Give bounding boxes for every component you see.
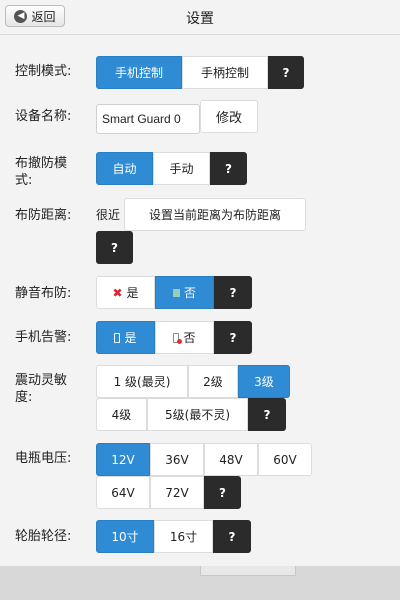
silent-arm-yes-label: 是 (126, 286, 139, 300)
arm-distance-help-button[interactable]: ? (96, 231, 133, 264)
silent-arm-no-button[interactable]: 否 (155, 276, 214, 309)
phone-alert-yes-button[interactable]: 是 (96, 321, 155, 354)
vibration-help-button[interactable]: ? (248, 398, 286, 431)
arm-mode-auto-button[interactable]: 自动 (96, 152, 153, 185)
phone-alert-no-button[interactable]: 否 (155, 321, 214, 354)
silent-arm-no-label: 否 (183, 286, 196, 300)
tire-10-inch-button[interactable]: 10寸 (96, 520, 154, 553)
vibration-level-5-button[interactable]: 5级(最不灵) (147, 398, 248, 431)
modify-name-button[interactable]: 修改 (200, 100, 258, 133)
phone-off-icon (173, 332, 183, 344)
phone-alert-yes-label: 是 (124, 331, 137, 345)
phone-alert-no-label: 否 (183, 331, 196, 345)
control-mode-help-button[interactable]: ? (268, 56, 304, 89)
silent-arm-yes-button[interactable]: ✖ 是 (96, 276, 155, 309)
control-mode-phone-button[interactable]: 手机控制 (96, 56, 182, 89)
x-icon: ✖ (112, 285, 123, 300)
control-mode-handle-button[interactable]: 手柄控制 (182, 56, 268, 89)
vibration-level-3-button[interactable]: 3级 (238, 365, 290, 398)
set-arm-distance-button[interactable]: 设置当前距离为布防距离 (124, 198, 306, 231)
vibration-label: 震动灵敏度: (15, 373, 68, 405)
voltage-12v-button[interactable]: 12V (96, 443, 150, 476)
arm-distance-label: 布防距离: (15, 208, 72, 223)
voltage-60v-button[interactable]: 60V (258, 443, 312, 476)
arm-mode-label: 布撤防模式: (15, 156, 68, 188)
vibration-level-2-button[interactable]: 2级 (188, 365, 238, 398)
voltage-72v-button[interactable]: 72V (150, 476, 204, 509)
page-title: 设置 (186, 11, 214, 27)
phone-alert-help-button[interactable]: ? (214, 321, 252, 354)
voltage-36v-button[interactable]: 36V (150, 443, 204, 476)
arm-distance-value: 很近 (96, 208, 121, 222)
battery-voltage-help-button[interactable]: ? (204, 476, 241, 509)
tire-16-inch-button[interactable]: 16寸 (154, 520, 213, 553)
voltage-48v-button[interactable]: 48V (204, 443, 258, 476)
phone-icon (114, 332, 121, 343)
mute-icon (172, 288, 180, 297)
arm-mode-manual-button[interactable]: 手动 (153, 152, 210, 185)
vibration-level-1-button[interactable]: 1 级(最灵) (96, 365, 188, 398)
vibration-level-4-button[interactable]: 4级 (96, 398, 147, 431)
tire-size-help-button[interactable]: ? (213, 520, 251, 553)
bottom-bar (0, 566, 400, 600)
device-name-input[interactable]: Smart Guard 0 (96, 104, 200, 134)
voltage-64v-button[interactable]: 64V (96, 476, 150, 509)
silent-arm-label: 静音布防: (15, 286, 72, 301)
tire-size-label: 轮胎轮径: (15, 529, 72, 544)
silent-arm-help-button[interactable]: ? (214, 276, 252, 309)
arm-mode-help-button[interactable]: ? (210, 152, 247, 185)
header-bar: ◀ 返回 设置 (0, 0, 400, 35)
control-mode-label: 控制模式: (15, 64, 72, 79)
device-name-label: 设备名称: (15, 109, 72, 124)
battery-voltage-label: 电瓶电压: (15, 451, 72, 466)
phone-alert-label: 手机告警: (15, 330, 72, 345)
bottom-tab-edge (200, 566, 296, 576)
